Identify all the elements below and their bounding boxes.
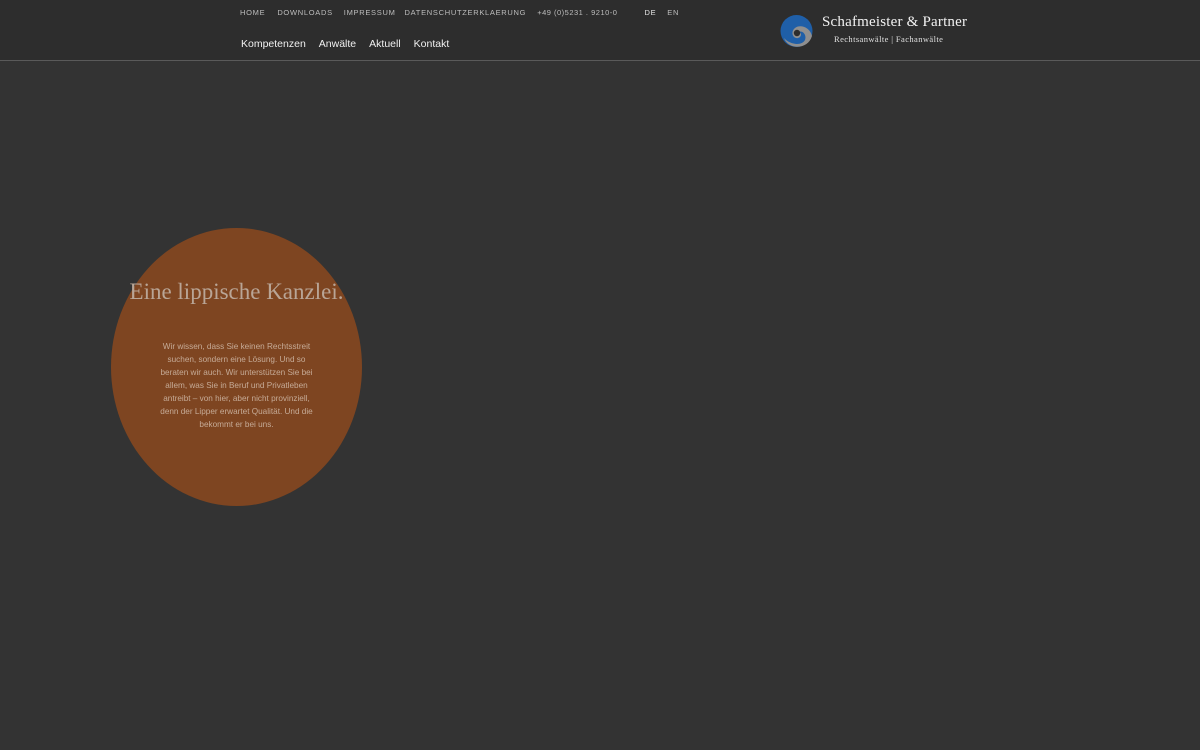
nav-link-home[interactable]: HOME (240, 8, 265, 17)
nav-link-impressum[interactable]: IMPRESSUM (344, 8, 396, 17)
language-en[interactable]: EN (667, 8, 679, 17)
hero-body-text: Wir wissen, dass Sie keinen Rechtsstreit… (160, 342, 313, 429)
top-navigation: HOME DOWNLOADS IMPRESSUM DATENSCHUTZERKL… (240, 8, 679, 17)
main-nav-kompetenzen[interactable]: Kompetenzen (241, 38, 306, 50)
site-header: HOME DOWNLOADS IMPRESSUM DATENSCHUTZERKL… (0, 0, 1200, 61)
logo[interactable]: Schafmeister & Partner Rechtsanwälte | F… (780, 11, 980, 51)
logo-subtitle: Rechtsanwälte | Fachanwälte (834, 34, 944, 44)
main-nav-anwaelte[interactable]: Anwälte (319, 38, 356, 50)
logo-name: Schafmeister & Partner (822, 14, 968, 30)
hero-headline: Eine lippische Kanzlei. (129, 279, 344, 304)
main-nav-aktuell[interactable]: Aktuell (369, 38, 401, 50)
language-de[interactable]: DE (644, 8, 656, 17)
phone-link[interactable]: +49 (0)5231 . 9210-0 (537, 8, 617, 17)
swirl-logo-icon (780, 15, 813, 47)
nav-link-downloads[interactable]: DOWNLOADS (277, 8, 332, 17)
main-nav-kontakt[interactable]: Kontakt (414, 38, 450, 50)
main-navigation: Kompetenzen Anwälte Aktuell Kontakt (241, 38, 462, 50)
nav-link-datenschutz[interactable]: DATENSCHUTZERKLAERUNG (405, 8, 527, 17)
hero-circle: Eine lippische Kanzlei. Wir wissen, dass… (111, 228, 362, 506)
